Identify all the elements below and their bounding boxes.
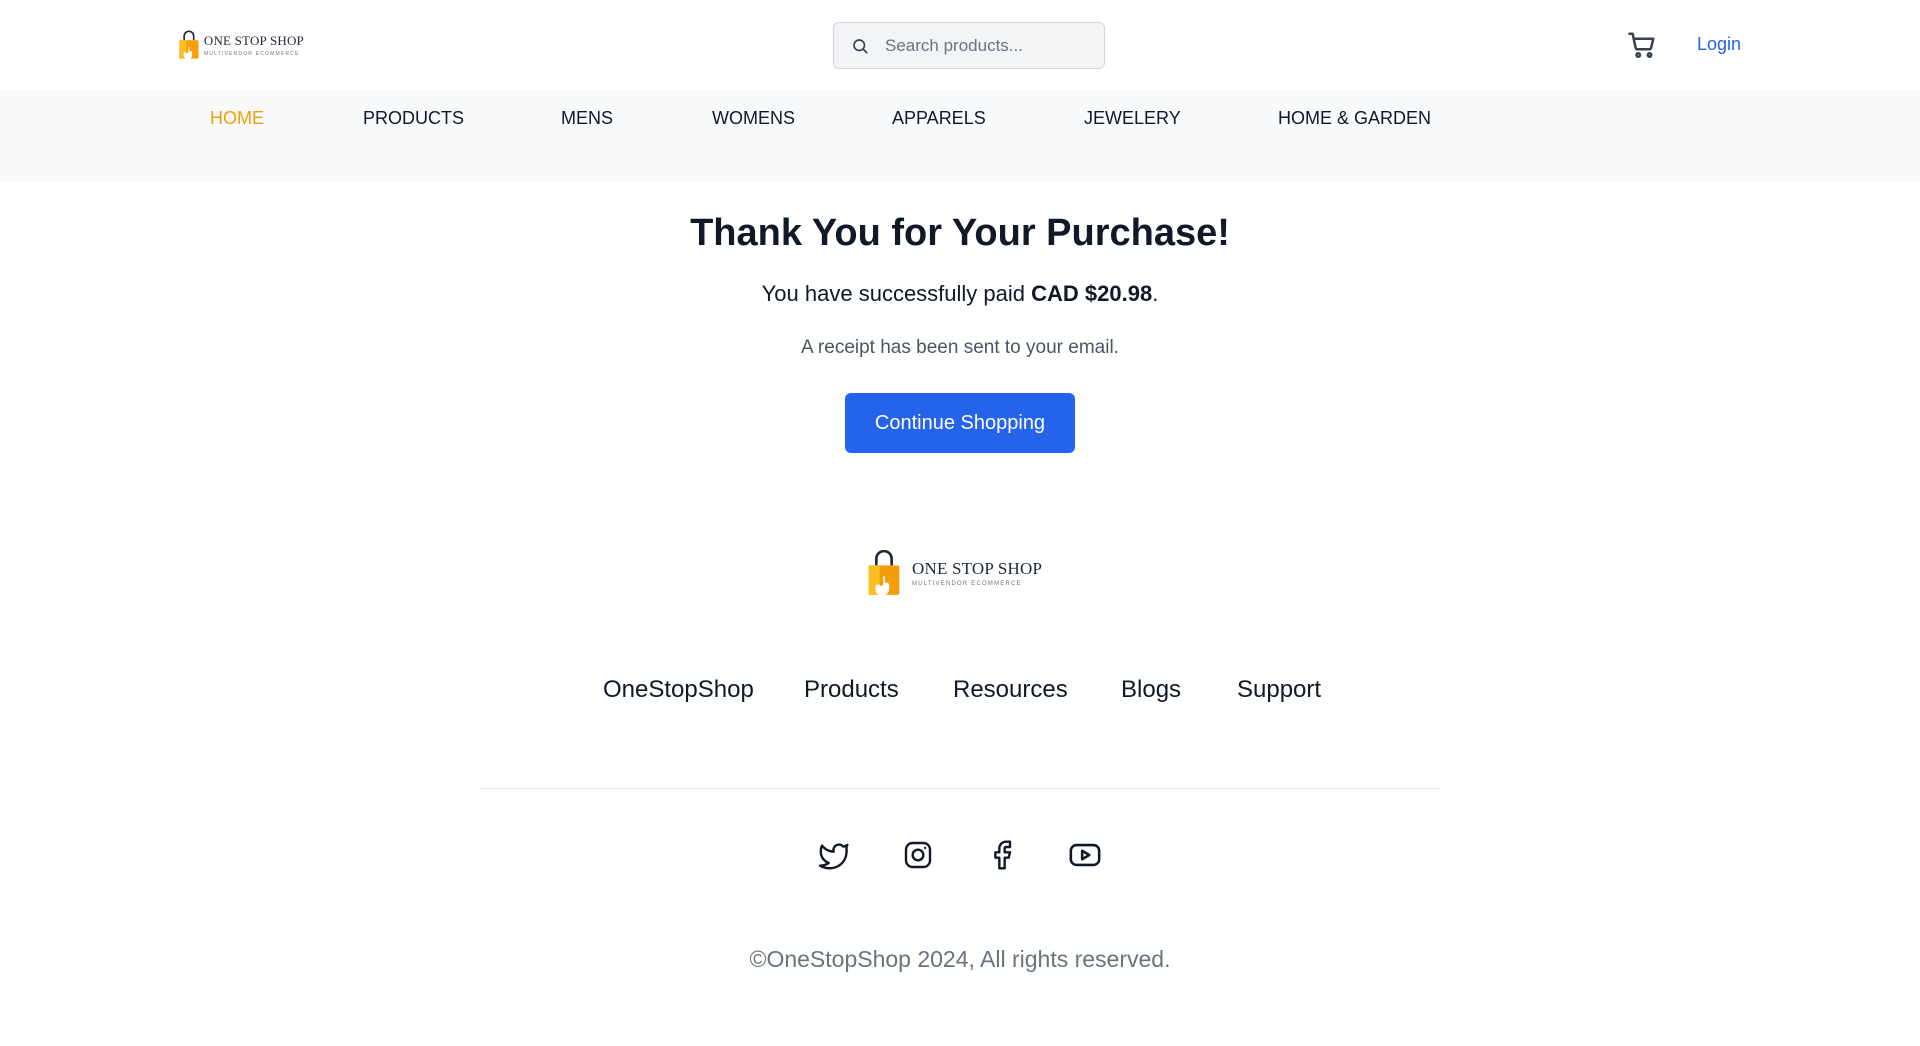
login-link[interactable]: Login: [1697, 34, 1741, 55]
shopping-bag-logo-icon: [868, 550, 900, 596]
nav-item-products[interactable]: PRODUCTS: [363, 108, 464, 129]
footer-logo-sub-text: MULTIVENDOR ECOMMERCE: [912, 581, 1022, 587]
youtube-icon: [1069, 843, 1101, 867]
nav-item-home[interactable]: HOME: [210, 108, 264, 129]
footer-link-support[interactable]: Support: [1237, 676, 1321, 704]
nav-item-jewelery[interactable]: JEWELERY: [1084, 108, 1181, 129]
footer-link-onestopshop[interactable]: OneStopShop: [603, 676, 754, 704]
shopping-bag-logo-icon: [179, 30, 199, 60]
search-icon: [849, 35, 871, 57]
instagram-icon: [904, 841, 932, 869]
facebook-icon: [994, 840, 1012, 870]
twitter-icon: [818, 843, 849, 870]
footer-logo[interactable]: ONE STOP SHOP MULTIVENDOR ECOMMERCE: [860, 550, 1060, 596]
logo-sub-text: MULTIVENDOR ECOMMERCE: [203, 51, 300, 57]
nav-item-apparels[interactable]: APPARELS: [892, 108, 986, 129]
payment-message: You have successfully paid CAD $20.98.: [0, 281, 1920, 307]
footer-logo-main-text: ONE STOP SHOP: [912, 559, 1043, 578]
footer-divider: [480, 788, 1440, 789]
search-input[interactable]: [885, 35, 1085, 56]
site-logo[interactable]: ONE STOP SHOP MULTIVENDOR ECOMMERCE: [178, 24, 304, 66]
search-bar[interactable]: [833, 22, 1105, 69]
continue-shopping-button[interactable]: Continue Shopping: [845, 393, 1075, 453]
nav-item-womens[interactable]: WOMENS: [712, 108, 795, 129]
payment-suffix: .: [1152, 281, 1159, 306]
instagram-link[interactable]: [901, 838, 935, 872]
page-title: Thank You for Your Purchase!: [690, 212, 1230, 254]
facebook-link[interactable]: [985, 838, 1019, 872]
site-header: ONE STOP SHOP MULTIVENDOR ECOMMERCE Logi…: [0, 0, 1920, 90]
category-nav: HOME PRODUCTS MENS WOMENS APPARELS JEWEL…: [0, 90, 1920, 182]
footer-links: OneStopShop Products Resources Blogs Sup…: [0, 676, 1920, 706]
nav-item-home-garden[interactable]: HOME & GARDEN: [1278, 108, 1431, 129]
footer-link-blogs[interactable]: Blogs: [1121, 676, 1181, 704]
payment-amount: CAD $20.98: [1031, 281, 1153, 306]
receipt-message: A receipt has been sent to your email.: [801, 337, 1119, 358]
footer-link-products[interactable]: Products: [804, 676, 899, 704]
youtube-link[interactable]: [1068, 838, 1102, 872]
twitter-link[interactable]: [817, 838, 851, 872]
logo-main-text: ONE STOP SHOP: [203, 33, 304, 48]
shopping-cart-icon: [1628, 32, 1655, 59]
nav-item-mens[interactable]: MENS: [561, 108, 613, 129]
copyright-text: ©OneStopShop 2024, All rights reserved.: [749, 946, 1171, 972]
footer-link-resources[interactable]: Resources: [953, 676, 1068, 704]
cart-button[interactable]: [1627, 30, 1657, 60]
payment-prefix: You have successfully paid: [761, 281, 1032, 306]
